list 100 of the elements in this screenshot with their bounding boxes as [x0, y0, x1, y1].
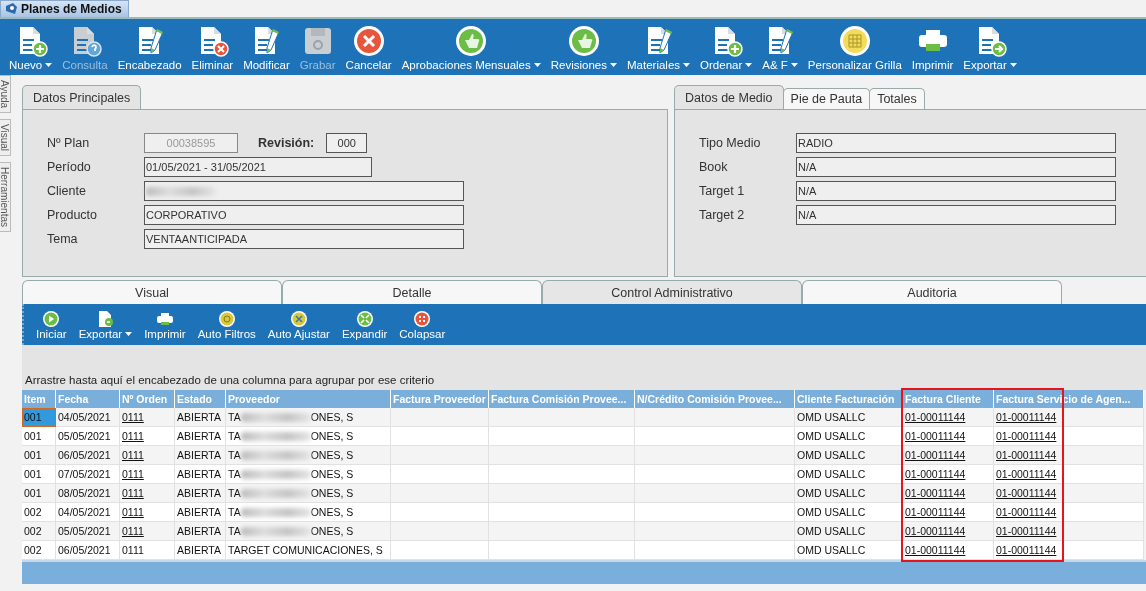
toolbar-button[interactable]: Exportar	[960, 23, 1020, 71]
toolbar-button[interactable]: Imprimir	[908, 23, 957, 71]
toolbar-button[interactable]: Nuevo	[6, 23, 56, 71]
field-label: Tema	[47, 232, 79, 246]
table-cell: 001	[22, 446, 56, 465]
field-label: Target 1	[699, 184, 746, 198]
play-icon	[42, 309, 61, 328]
table-cell: 001	[22, 465, 56, 484]
table-cell: OMD USALLC	[795, 427, 903, 446]
document-arrow-icon	[96, 309, 115, 328]
invoice-link[interactable]: 01-00011144	[903, 408, 994, 427]
grid-toolbar-button[interactable]: Auto Ajustar	[265, 309, 332, 340]
table-cell: OMD USALLC	[795, 465, 903, 484]
invoice-link[interactable]: 01-00011144	[903, 465, 994, 484]
invoice-link[interactable]: 01-00011144	[994, 465, 1144, 484]
text-field[interactable]: CORPORATIVO	[144, 205, 464, 225]
text-field[interactable]: N/A	[796, 205, 1116, 225]
toolbar-button[interactable]: Personalizar Grilla	[804, 23, 905, 71]
toolbar-button[interactable]: Revisiones	[547, 23, 620, 71]
invoice-link[interactable]: 01-00011144	[903, 427, 994, 446]
field-label: Tipo Medio	[699, 136, 762, 150]
table-cell: TA ONES, S	[226, 522, 391, 541]
toolbar-button[interactable]: Ordenar	[697, 23, 756, 71]
order-link[interactable]: 0111	[120, 465, 175, 484]
toolbar-button[interactable]: A& F	[759, 23, 801, 71]
order-link[interactable]: 0111	[120, 484, 175, 503]
toolbar-button[interactable]: Eliminar	[188, 23, 237, 71]
table-cell: 07/05/2021	[56, 465, 120, 484]
panel-tab[interactable]: Datos Principales	[22, 85, 142, 109]
grid-toolbar-button[interactable]: Iniciar	[34, 309, 69, 340]
invoice-link[interactable]: 01-00011144	[903, 503, 994, 522]
panel-tab[interactable]: Totales	[869, 88, 925, 109]
toolbar-button[interactable]: Aprobaciones Mensuales	[398, 23, 544, 71]
grid-toolbar-button[interactable]: Expandir	[339, 309, 390, 340]
table-cell: 08/05/2021	[56, 484, 120, 503]
grid-toolbar-button[interactable]: Exportar	[76, 309, 135, 340]
order-link[interactable]: 0111	[120, 427, 175, 446]
table-cell: ABIERTA	[175, 408, 226, 427]
table-cell: ABIERTA	[175, 465, 226, 484]
detail-tab[interactable]: Detalle	[282, 280, 542, 304]
field-label: Target 2	[699, 208, 746, 222]
table-cell: ABIERTA	[175, 484, 226, 503]
table-cell: TA ONES, S	[226, 503, 391, 522]
text-field[interactable]: N/A	[796, 157, 1116, 177]
thumbs-up-icon	[454, 23, 489, 58]
order-link[interactable]: 0111	[120, 408, 175, 427]
invoice-link[interactable]: 01-00011144	[994, 427, 1144, 446]
table-cell: 04/05/2021	[56, 408, 120, 427]
detail-tab[interactable]: Auditoria	[802, 280, 1062, 304]
order-link[interactable]: 0111	[120, 522, 175, 541]
toolbar-button[interactable]: Cancelar	[342, 23, 395, 71]
table-cell: ABIERTA	[175, 541, 226, 560]
invoice-link[interactable]: 01-00011144	[903, 541, 994, 560]
invoice-link[interactable]: 01-00011144	[994, 484, 1144, 503]
grid-toolbar-button[interactable]: Imprimir	[142, 309, 188, 340]
invoice-link[interactable]: 01-00011144	[994, 446, 1144, 465]
table-cell: ABIERTA	[175, 446, 226, 465]
grid-icon	[837, 23, 872, 58]
text-field[interactable]: 01/05/2021 - 31/05/2021	[144, 157, 372, 177]
table-cell: TA ONES, S	[226, 446, 391, 465]
table-cell: TA ONES, S	[226, 408, 391, 427]
invoice-link[interactable]: 01-00011144	[994, 408, 1144, 427]
invoice-link[interactable]: 01-00011144	[994, 503, 1144, 522]
table-cell: TA ONES, S	[226, 465, 391, 484]
grid-toolbar-button[interactable]: Colapsar	[397, 309, 448, 340]
order-link[interactable]: 0111	[120, 446, 175, 465]
invoice-link[interactable]: 01-00011144	[994, 541, 1144, 560]
fit-icon	[289, 309, 308, 328]
blurred-field[interactable]	[144, 181, 464, 201]
field-label: Período	[47, 160, 92, 174]
collapse-icon	[413, 309, 432, 328]
table-cell: 001	[22, 408, 56, 427]
window-title[interactable]: Planes de Medios	[0, 0, 129, 17]
table-cell: 0111	[120, 541, 175, 560]
cancel-icon	[351, 23, 386, 58]
detail-tab[interactable]: Control Administrativo	[542, 280, 802, 304]
table-cell: 05/05/2021	[56, 522, 120, 541]
table-cell: TARGET COMUNICACIONES, S	[226, 541, 391, 560]
expand-icon	[355, 309, 374, 328]
toolbar-button[interactable]: Modificar	[240, 23, 293, 71]
invoice-link[interactable]: 01-00011144	[903, 446, 994, 465]
text-field[interactable]: RADIO	[796, 133, 1116, 153]
invoice-link[interactable]: 01-00011144	[994, 522, 1144, 541]
table-cell: 001	[22, 484, 56, 503]
app-logo-icon	[5, 3, 17, 15]
text-field[interactable]: N/A	[796, 181, 1116, 201]
detail-tab[interactable]: Visual	[22, 280, 282, 304]
invoice-link[interactable]: 01-00011144	[903, 484, 994, 503]
grid-toolbar-button[interactable]: Auto Filtros	[195, 309, 258, 340]
text-field[interactable]: VENTAANTICIPADA	[144, 229, 464, 249]
table-cell: ABIERTA	[175, 427, 226, 446]
panel-tab[interactable]: Pie de Pauta	[782, 88, 871, 109]
panel-tab[interactable]: Datos de Medio	[674, 85, 784, 109]
group-by-hint: Arrastre hasta aquí el encabezado de una columna para agrupar por ese criterio	[22, 345, 1146, 390]
table-cell: 06/05/2021	[56, 541, 120, 560]
toolbar-button[interactable]: Materiales	[624, 23, 694, 71]
order-link[interactable]: 0111	[120, 503, 175, 522]
field-label: Revisión:	[258, 136, 315, 150]
invoice-link[interactable]: 01-00011144	[903, 522, 994, 541]
toolbar-button[interactable]: Encabezado	[114, 23, 185, 71]
